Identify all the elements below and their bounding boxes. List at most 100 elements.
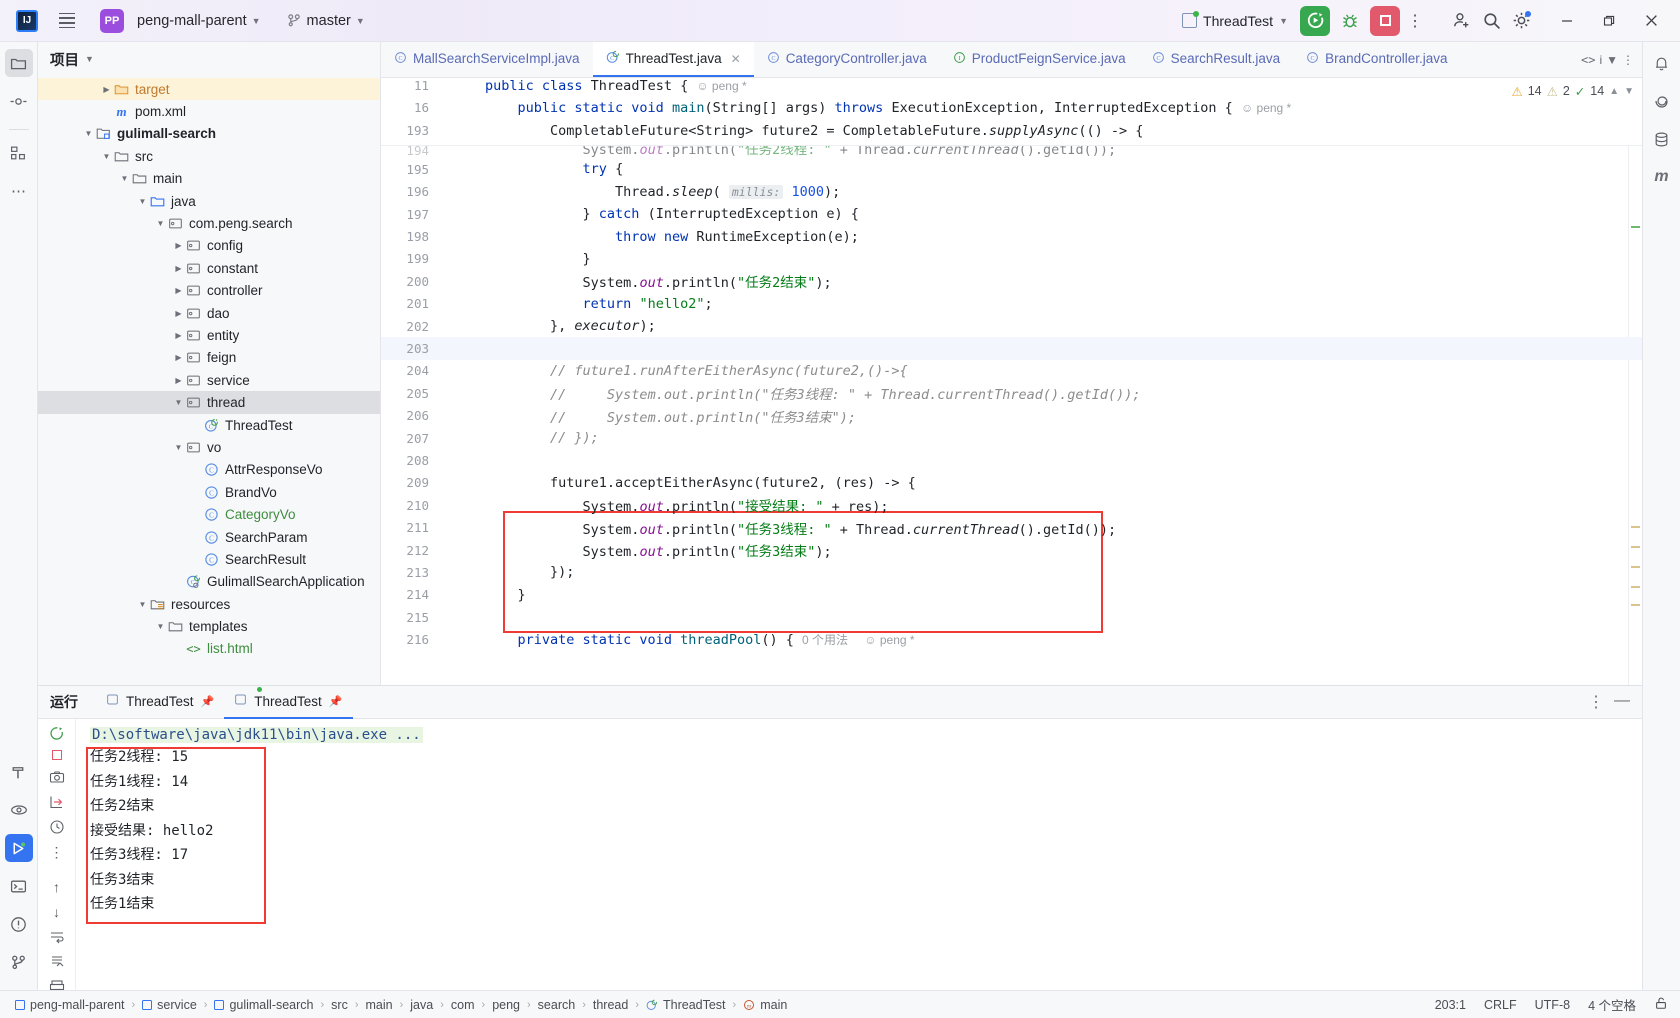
- file-encoding[interactable]: UTF-8: [1535, 998, 1570, 1012]
- tree-node-com-peng-search[interactable]: ▼ com.peng.search: [38, 212, 380, 234]
- settings-icon[interactable]: [1506, 6, 1536, 36]
- tree-arrow-icon[interactable]: ▶: [172, 309, 185, 318]
- soft-wrap-icon[interactable]: [45, 929, 69, 945]
- maven-icon[interactable]: m: [1648, 163, 1676, 191]
- stop-icon[interactable]: [45, 750, 69, 760]
- editor-tab-searchresult[interactable]: C SearchResult.java: [1139, 42, 1294, 77]
- code-line[interactable]: 196 Thread.sleep( millis: 1000);: [381, 181, 1642, 203]
- tree-arrow-icon[interactable]: ▶: [172, 286, 185, 295]
- tree-node-pom-xml[interactable]: m pom.xml: [38, 100, 380, 122]
- breadcrumb-item-gulimall-search[interactable]: gulimall-search: [211, 997, 316, 1013]
- main-menu-icon[interactable]: [54, 8, 80, 34]
- tree-node-categoryvo[interactable]: C CategoryVo: [38, 503, 380, 525]
- sidebar-item-more-tools[interactable]: ⋯: [5, 177, 33, 205]
- breadcrumb-item-peng-mall-parent[interactable]: peng-mall-parent: [12, 997, 128, 1013]
- clock-icon[interactable]: [45, 819, 69, 835]
- editor-tab-brandcontroller[interactable]: C BrandController.java: [1293, 42, 1460, 77]
- tree-node-entity[interactable]: ▶ entity: [38, 324, 380, 346]
- editor-tab-productfeignservice[interactable]: I ProductFeignService.java: [940, 42, 1139, 77]
- sidebar-item-structure[interactable]: [5, 139, 33, 167]
- code-line[interactable]: 212 System.out.println("任务3结束");: [381, 539, 1642, 561]
- code-line[interactable]: 204 // future1.runAfterEitherAsync(futur…: [381, 360, 1642, 382]
- lock-icon[interactable]: [1654, 996, 1668, 1013]
- run-tabs-container[interactable]: ThreadTest 📌 ThreadTest 📌: [96, 686, 353, 719]
- tree-node-vo[interactable]: ▼ vo: [38, 436, 380, 458]
- tree-arrow-icon[interactable]: ▼: [172, 443, 185, 452]
- project-tree[interactable]: ▶ target m pom.xml ▼ gulimall-search ▼ src ▼ main…: [38, 76, 380, 685]
- tree-arrow-icon[interactable]: ▼: [100, 152, 113, 161]
- tree-node-controller[interactable]: ▶ controller: [38, 280, 380, 302]
- code-line[interactable]: 215: [381, 606, 1642, 628]
- tab-list-icon[interactable]: ▼: [1606, 53, 1618, 67]
- tree-node-main[interactable]: ▼ main: [38, 168, 380, 190]
- breadcrumb-item-src[interactable]: src: [328, 997, 351, 1013]
- tree-node-target[interactable]: ▶ target: [38, 78, 380, 101]
- run-button[interactable]: [1300, 5, 1330, 36]
- tree-node-list-html[interactable]: <> list.html: [38, 638, 380, 660]
- camera-icon[interactable]: [45, 769, 69, 785]
- tree-node-service[interactable]: ▶ service: [38, 369, 380, 391]
- scroll-down-icon[interactable]: ↓: [45, 904, 69, 920]
- tree-node-src[interactable]: ▼ src: [38, 145, 380, 167]
- tree-node-gulimall-search[interactable]: ▼ gulimall-search: [38, 123, 380, 145]
- tree-node-searchparam[interactable]: C SearchParam: [38, 526, 380, 548]
- code-line[interactable]: 214 }: [381, 584, 1642, 606]
- tab-options-icon[interactable]: ⋮: [1622, 53, 1634, 67]
- prev-problem-icon[interactable]: ▲: [1609, 86, 1619, 97]
- tree-node-brandvo[interactable]: C BrandVo: [38, 481, 380, 503]
- sidebar-item-build[interactable]: [5, 758, 33, 786]
- sidebar-item-commit[interactable]: [5, 87, 33, 115]
- tree-node-feign[interactable]: ▶ feign: [38, 347, 380, 369]
- breadcrumb-item-java[interactable]: java: [407, 997, 436, 1013]
- line-separator[interactable]: CRLF: [1484, 998, 1517, 1012]
- pin-icon[interactable]: 📌: [329, 695, 343, 708]
- insert-icon[interactable]: i: [1599, 53, 1602, 67]
- ai-assistant-icon[interactable]: [1648, 87, 1676, 115]
- sidebar-item-version-control[interactable]: [5, 948, 33, 976]
- run-tab-1[interactable]: ThreadTest 📌: [224, 686, 353, 719]
- breadcrumb-item-main[interactable]: main: [363, 997, 396, 1013]
- breadcrumb-item-search[interactable]: search: [535, 997, 579, 1013]
- code-editor[interactable]: 194 System.out.println("任务2线程: " + Threa…: [381, 146, 1642, 685]
- branch-selector[interactable]: master ▼: [281, 10, 371, 32]
- tree-node-templates[interactable]: ▼ templates: [38, 615, 380, 637]
- breadcrumb-item-service[interactable]: service: [139, 997, 200, 1013]
- tree-arrow-icon[interactable]: ▶: [172, 376, 185, 385]
- editor-tab-threadtest[interactable]: C ThreadTest.java ✕: [592, 42, 754, 77]
- run-panel-options-icon[interactable]: ⋮: [1588, 692, 1604, 712]
- debug-button[interactable]: [1335, 6, 1365, 36]
- notifications-icon[interactable]: [1648, 49, 1676, 77]
- indent-setting[interactable]: 4 个空格: [1588, 995, 1636, 1014]
- more-actions-icon[interactable]: ⋮: [1400, 6, 1430, 36]
- run-configuration-selector[interactable]: ThreadTest ▼: [1175, 10, 1295, 32]
- code-line[interactable]: 216 private static void threadPool() { 0…: [381, 628, 1642, 650]
- sidebar-item-project[interactable]: [4, 49, 33, 77]
- code-line[interactable]: 205 // System.out.println("任务3线程: " + Th…: [381, 382, 1642, 404]
- tree-arrow-icon[interactable]: ▶: [100, 85, 113, 94]
- breadcrumb-item-main[interactable]: m main: [740, 997, 790, 1013]
- pin-icon[interactable]: 📌: [201, 695, 215, 708]
- editor-tab-mallsearchserviceimpl[interactable]: C MallSearchServiceImpl.java: [381, 42, 593, 77]
- run-tab-0[interactable]: ThreadTest 📌: [96, 686, 224, 719]
- sidebar-item-services[interactable]: [5, 796, 33, 824]
- tree-arrow-icon[interactable]: ▼: [82, 129, 95, 138]
- tree-arrow-icon[interactable]: ▼: [136, 197, 149, 206]
- console-output[interactable]: D:\software\java\jdk11\bin\java.exe ... …: [76, 719, 1642, 990]
- code-view-icon[interactable]: <>: [1581, 53, 1595, 67]
- code-line[interactable]: 198 throw new RuntimeException(e);: [381, 225, 1642, 247]
- breadcrumb-item-com[interactable]: com: [448, 997, 478, 1013]
- tree-arrow-icon[interactable]: ▶: [172, 331, 185, 340]
- next-problem-icon[interactable]: ▼: [1624, 86, 1634, 97]
- code-line[interactable]: 195 try {: [381, 158, 1642, 180]
- tab-close-icon[interactable]: ✕: [731, 52, 741, 66]
- tree-node-config[interactable]: ▶ config: [38, 235, 380, 257]
- code-line[interactable]: 197 } catch (InterruptedException e) {: [381, 203, 1642, 225]
- tree-node-searchresult[interactable]: C SearchResult: [38, 548, 380, 570]
- code-line[interactable]: 207 // });: [381, 427, 1642, 449]
- tree-arrow-icon[interactable]: ▶: [172, 264, 185, 273]
- tree-node-resources[interactable]: ▼ resources: [38, 593, 380, 615]
- code-line[interactable]: 202 }, executor);: [381, 315, 1642, 337]
- caret-position[interactable]: 203:1: [1435, 998, 1466, 1012]
- run-panel-minimize-icon[interactable]: —: [1614, 692, 1630, 712]
- project-selector[interactable]: PP peng-mall-parent ▼: [94, 6, 267, 36]
